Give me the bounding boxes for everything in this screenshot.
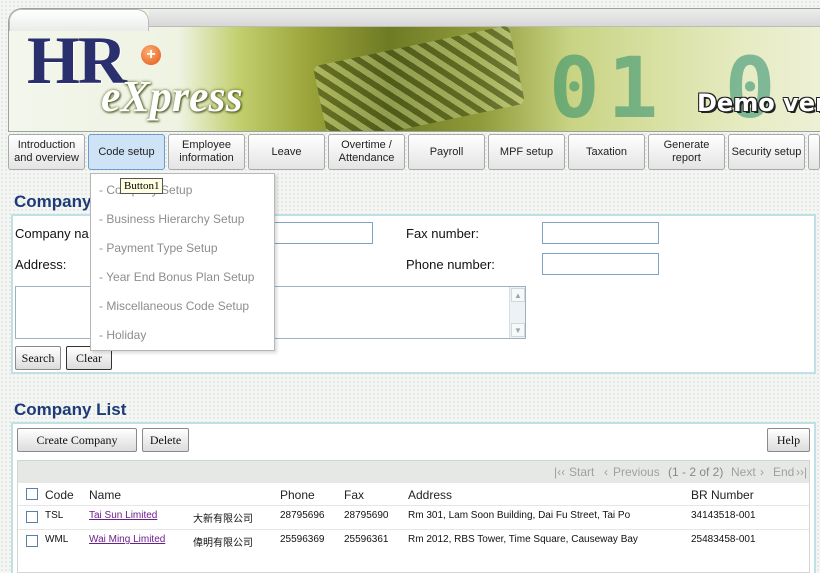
table-row: WML Wai Ming Limited 偉明有限公司 25596369 255… [18,529,809,551]
company-list-panel: Create Company Delete Help |‹‹ Start ‹ P… [11,422,816,573]
cell-fax: 25596361 [344,534,389,545]
scroll-up-icon[interactable]: ▲ [511,288,525,302]
cell-phone: 25596369 [280,534,325,545]
nav-more[interactable] [808,134,820,170]
select-all-checkbox[interactable] [26,488,38,500]
delete-button[interactable]: Delete [142,428,189,452]
dropdown-item-miscellaneous-code-setup[interactable]: - Miscellaneous Code Setup [99,299,249,319]
dropdown-item-business-hierarchy-setup[interactable]: - Business Hierarchy Setup [99,212,244,232]
company-name-link[interactable]: Wai Ming Limited [89,534,165,545]
col-header-code[interactable]: Code [45,488,74,502]
logo-plus-icon: + [141,45,161,65]
cell-code: WML [45,534,69,545]
col-header-br-number[interactable]: BR Number [691,488,754,502]
fax-number-label: Fax number: [406,226,479,241]
row-checkbox[interactable] [26,535,38,547]
dropdown-item-payment-type-setup[interactable]: - Payment Type Setup [99,241,218,261]
cell-br-number: 34143518-001 [691,510,756,521]
cell-address: Rm 301, Lam Soon Building, Dai Fu Street… [408,510,631,521]
cell-chinese-name: 大新有限公司 [193,514,253,525]
address-scrollbar[interactable]: ▲ ▼ [509,287,525,338]
col-header-fax[interactable]: Fax [344,488,364,502]
col-header-name[interactable]: Name [89,488,121,502]
logo-express-text: eXpress [101,72,243,121]
pager-previous[interactable]: Previous [613,465,660,479]
pager-last-icon[interactable]: ››| [796,465,807,479]
search-button[interactable]: Search [15,346,61,370]
cell-br-number: 25483458-001 [691,534,756,545]
nav-employee-information[interactable]: Employee information [168,134,245,170]
company-name-link[interactable]: Tai Sun Limited [89,510,157,521]
search-section-title: Company [14,192,92,211]
banner-top-strip [149,9,820,27]
main-nav: Introduction and overview Code setup Emp… [8,134,820,170]
nav-overtime-attendance[interactable]: Overtime / Attendance [328,134,405,170]
col-header-phone[interactable]: Phone [280,488,315,502]
cell-fax: 28795690 [344,510,389,521]
phone-number-input[interactable] [542,253,659,275]
code-setup-dropdown: - Company Setup - Business Hierarchy Set… [90,173,275,351]
company-list-title: Company List [14,400,127,419]
nav-generate-report[interactable]: Generate report [648,134,725,170]
pager-prev-icon[interactable]: ‹ [604,465,608,479]
header-banner: 01 0 HR + eXpress Demo vers [8,8,820,132]
nav-security-setup[interactable]: Security setup [728,134,805,170]
nav-taxation[interactable]: Taxation [568,134,645,170]
table-row: TSL Tai Sun Limited 大新有限公司 28795696 2879… [18,505,809,527]
cell-chinese-name: 偉明有限公司 [193,538,253,549]
company-name-label: Company na [15,226,89,241]
nav-leave[interactable]: Leave [248,134,325,170]
row-checkbox[interactable] [26,511,38,523]
phone-number-label: Phone number: [406,257,495,272]
nav-code-setup[interactable]: Code setup [88,134,165,170]
company-table: |‹‹ Start ‹ Previous (1 - 2 of 2) Next ›… [17,460,810,573]
banner-chip-graphic [312,25,526,131]
pager-end[interactable]: End [773,465,794,479]
pager-next[interactable]: Next [731,465,756,479]
dropdown-item-holiday[interactable]: - Holiday [99,328,146,348]
banner-digits-graphic: 01 0 [549,39,784,132]
pager-range: (1 - 2 of 2) [668,465,724,479]
pager-next-icon[interactable]: › [760,465,764,479]
help-button[interactable]: Help [767,428,810,452]
scroll-down-icon[interactable]: ▼ [511,323,525,337]
create-company-button[interactable]: Create Company [17,428,137,452]
pager-first-icon[interactable]: |‹‹ [554,465,565,479]
nav-introduction[interactable]: Introduction and overview [8,134,85,170]
nav-mpf-setup[interactable]: MPF setup [488,134,565,170]
cell-code: TSL [45,510,64,521]
fax-number-input[interactable] [542,222,659,244]
cell-address: Rm 2012, RBS Tower, Time Square, Causewa… [408,534,638,545]
cell-phone: 28795696 [280,510,325,521]
dropdown-item-year-end-bonus-plan-setup[interactable]: - Year End Bonus Plan Setup [99,270,254,290]
table-header: Code Name Phone Fax Address BR Number [18,483,809,505]
address-label: Address: [15,257,67,272]
demo-version-label: Demo vers [697,89,820,117]
button-tooltip: Button1 [120,178,164,194]
pager-start[interactable]: Start [569,465,594,479]
pager: |‹‹ Start ‹ Previous (1 - 2 of 2) Next ›… [18,461,809,483]
nav-payroll[interactable]: Payroll [408,134,485,170]
col-header-address[interactable]: Address [408,488,452,502]
